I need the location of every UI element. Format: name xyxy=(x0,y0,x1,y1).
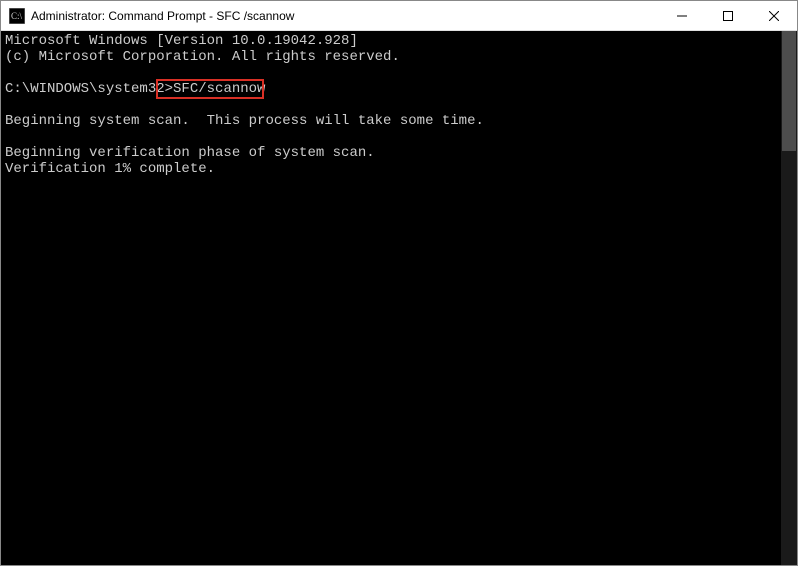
window-title: Administrator: Command Prompt - SFC /sca… xyxy=(31,1,659,31)
maximize-button[interactable] xyxy=(705,1,751,31)
console-area: Microsoft Windows [Version 10.0.19042.92… xyxy=(1,31,797,565)
scrollbar-thumb[interactable] xyxy=(782,31,796,151)
minimize-button[interactable] xyxy=(659,1,705,31)
svg-text:C:\: C:\ xyxy=(11,11,23,21)
output-line: Beginning verification phase of system s… xyxy=(5,145,375,161)
output-line: Microsoft Windows [Version 10.0.19042.92… xyxy=(5,33,358,49)
output-line: Verification 1% complete. xyxy=(5,161,215,177)
output-line: Beginning system scan. This process will… xyxy=(5,113,484,129)
scrollbar[interactable] xyxy=(781,31,797,565)
cmd-icon: C:\ xyxy=(9,8,25,24)
window-controls xyxy=(659,1,797,30)
titlebar: C:\ Administrator: Command Prompt - SFC … xyxy=(1,1,797,31)
prompt-path: C:\WINDOWS\system32> xyxy=(5,81,173,97)
output-line: (c) Microsoft Corporation. All rights re… xyxy=(5,49,400,65)
console-output[interactable]: Microsoft Windows [Version 10.0.19042.92… xyxy=(1,31,781,565)
prompt-command: SFC/scannow xyxy=(173,81,265,97)
close-button[interactable] xyxy=(751,1,797,31)
